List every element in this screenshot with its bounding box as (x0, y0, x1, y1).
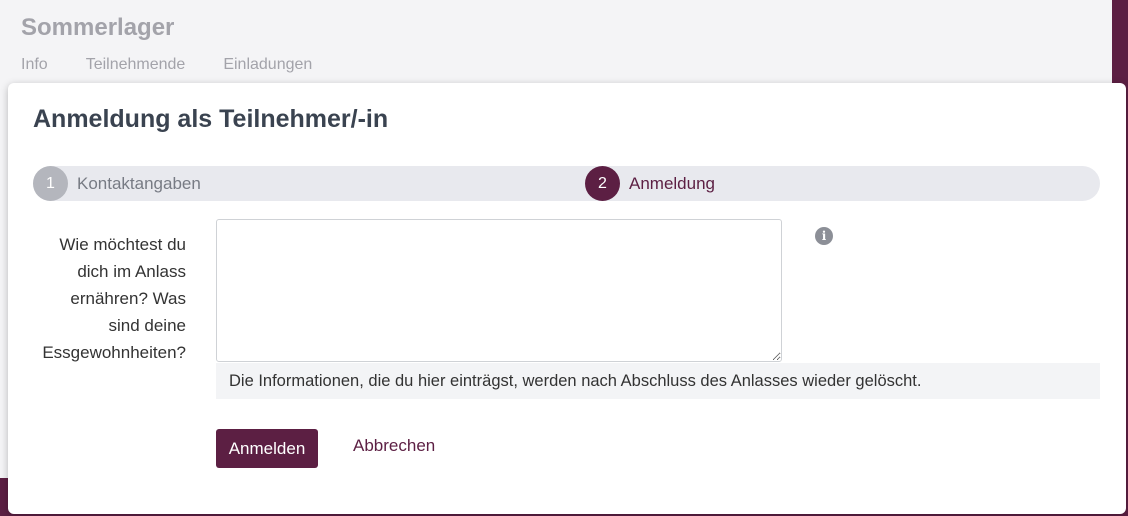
nutrition-question-label: Wie möchtest du dich im Anlass ernähren?… (42, 235, 186, 362)
step-contact[interactable]: 1 Kontaktangaben (33, 166, 201, 201)
event-tabs: Info Teilnehmende Einladungen (21, 56, 312, 74)
modal-title: Anmeldung als Teilnehmer/-in (33, 105, 389, 133)
step-label: Kontaktangaben (77, 173, 201, 193)
tab-participants[interactable]: Teilnehmende (86, 56, 186, 74)
register-button[interactable]: Anmelden (216, 429, 318, 468)
step-number: 2 (585, 166, 620, 201)
step-number: 1 (33, 166, 68, 201)
help-text: Die Informationen, die du hier einträgst… (216, 363, 1100, 399)
nutrition-answer-textarea[interactable] (216, 219, 782, 362)
step-label: Anmeldung (629, 173, 716, 193)
step-registration: 2 Anmeldung (585, 166, 715, 201)
tab-info[interactable]: Info (21, 56, 48, 74)
info-circle-icon[interactable]: i (815, 227, 833, 245)
tab-invitations[interactable]: Einladungen (223, 56, 312, 74)
registration-modal: Anmeldung als Teilnehmer/-in 1 Kontaktan… (8, 83, 1126, 514)
cancel-link[interactable]: Abbrechen (353, 436, 435, 456)
event-title: Sommerlager (21, 14, 175, 41)
wizard-stepper: 1 Kontaktangaben 2 Anmeldung (33, 166, 1100, 201)
